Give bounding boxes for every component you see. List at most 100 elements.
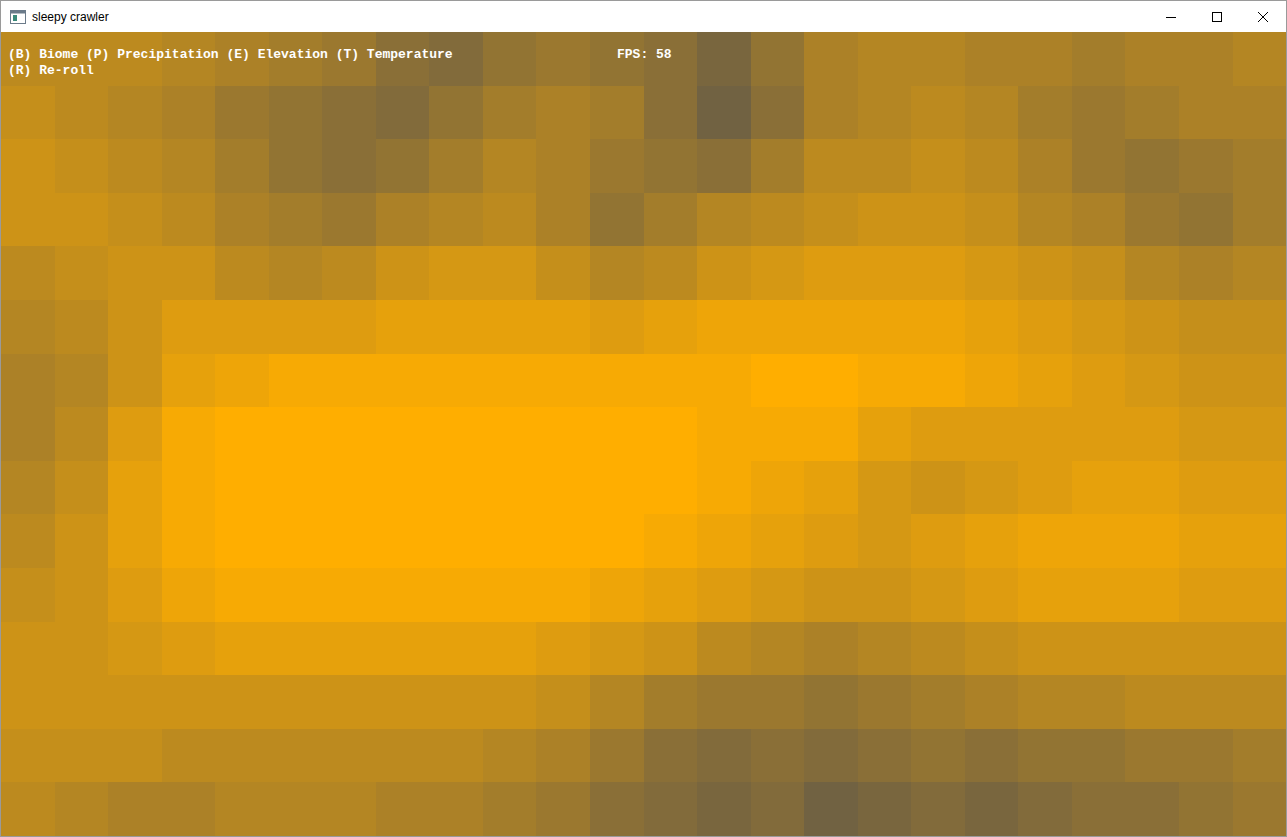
map-cell (322, 300, 376, 354)
map-cell (644, 675, 698, 729)
map-cell (108, 568, 162, 622)
map-cell (590, 139, 644, 193)
map-cell (376, 193, 430, 247)
maximize-button[interactable] (1194, 1, 1240, 32)
minimize-icon (1166, 12, 1176, 22)
map-cell (536, 782, 590, 836)
map-cell (804, 729, 858, 783)
map-cell (55, 461, 109, 515)
map-cell (1072, 246, 1126, 300)
map-cell (965, 407, 1019, 461)
map-cell (322, 139, 376, 193)
map-cell (1233, 622, 1286, 676)
map-cell (911, 729, 965, 783)
map-cell (697, 514, 751, 568)
map-cell (108, 729, 162, 783)
map-cell (911, 86, 965, 140)
map-cell (1179, 246, 1233, 300)
map-cell (108, 461, 162, 515)
map-cell (376, 139, 430, 193)
map-row (1, 139, 1286, 193)
map-cell (590, 461, 644, 515)
map-cell (965, 354, 1019, 408)
map-cell (162, 139, 216, 193)
app-icon (10, 9, 26, 25)
map-cell (162, 354, 216, 408)
fps-counter: FPS: 58 (617, 47, 672, 63)
map-cell (1125, 514, 1179, 568)
map-cell (697, 675, 751, 729)
map-cell (55, 568, 109, 622)
map-cell (1018, 32, 1072, 86)
map-cell (215, 568, 269, 622)
map-cell (697, 622, 751, 676)
map-cell (911, 139, 965, 193)
title-bar[interactable]: sleepy crawler (1, 1, 1286, 32)
map-cell (911, 782, 965, 836)
map-cell (215, 461, 269, 515)
map-cell (911, 246, 965, 300)
map-cell (1125, 729, 1179, 783)
map-cell (911, 622, 965, 676)
map-cell (108, 246, 162, 300)
map-cell (429, 729, 483, 783)
map-cell (429, 407, 483, 461)
map-cell (108, 407, 162, 461)
map-cell (590, 729, 644, 783)
map-row (1, 729, 1286, 783)
map-cell (858, 193, 912, 247)
map-cell (55, 729, 109, 783)
map-cell (269, 193, 323, 247)
map-cell (804, 675, 858, 729)
map-cell (965, 193, 1019, 247)
map-cell (1072, 675, 1126, 729)
map-cell (429, 461, 483, 515)
map-cell (1179, 461, 1233, 515)
map-cell (1072, 32, 1126, 86)
map-cell (751, 461, 805, 515)
map-cell (751, 782, 805, 836)
map-cell (590, 622, 644, 676)
map-cell (1125, 300, 1179, 354)
map-cell (804, 407, 858, 461)
window-title: sleepy crawler (32, 11, 109, 23)
map-cell (1018, 622, 1072, 676)
map-row (1, 461, 1286, 515)
map-cell (1072, 139, 1126, 193)
map-cell (376, 729, 430, 783)
map-cell (644, 568, 698, 622)
map-cell (697, 782, 751, 836)
game-viewport[interactable]: (B) Biome (P) Precipitation (E) Elevatio… (1, 32, 1286, 836)
map-cell (858, 32, 912, 86)
map-cell (322, 514, 376, 568)
map-cell (1072, 86, 1126, 140)
map-cell (1125, 32, 1179, 86)
map-cell (1072, 514, 1126, 568)
map-cell (376, 568, 430, 622)
map-cell (751, 514, 805, 568)
map-cell (1072, 354, 1126, 408)
close-button[interactable] (1240, 1, 1286, 32)
map-cell (858, 622, 912, 676)
map-cell (1233, 300, 1286, 354)
map-cell (55, 139, 109, 193)
map-cell (322, 461, 376, 515)
map-cell (804, 568, 858, 622)
map-cell (1233, 782, 1286, 836)
map-cell (1, 514, 55, 568)
map-cell (215, 246, 269, 300)
map-cell (55, 354, 109, 408)
map-cell (162, 675, 216, 729)
map-cell (965, 86, 1019, 140)
map-cell (108, 300, 162, 354)
map-cell (965, 32, 1019, 86)
map-cell (269, 86, 323, 140)
map-cell (1233, 675, 1286, 729)
map-cell (965, 782, 1019, 836)
minimize-button[interactable] (1148, 1, 1194, 32)
map-cell (697, 354, 751, 408)
map-cell (269, 568, 323, 622)
map-cell (858, 139, 912, 193)
map-cell (751, 193, 805, 247)
map-cell (483, 461, 537, 515)
